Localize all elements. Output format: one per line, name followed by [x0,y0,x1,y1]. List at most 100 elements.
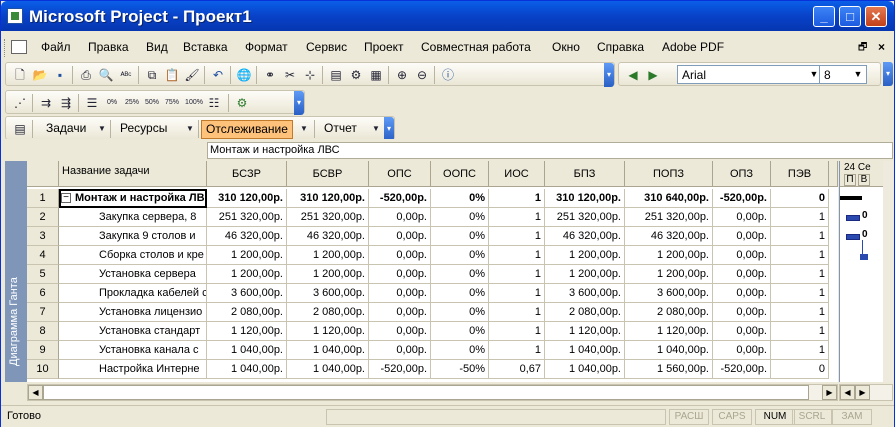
value-cell[interactable]: 0,00р. [369,284,431,303]
task-bar[interactable] [846,234,860,240]
percent-100-icon[interactable]: 100% [184,95,204,111]
value-cell[interactable]: 1 [771,303,829,322]
row-number[interactable]: 4 [27,246,59,265]
minimize-button[interactable]: _ [813,6,835,27]
value-cell[interactable]: 1 [771,265,829,284]
column-header[interactable]: ООПС [431,161,489,187]
value-cell[interactable]: 0,00р. [369,208,431,227]
value-cell[interactable]: 0% [431,284,489,303]
value-cell[interactable]: 1 [771,341,829,360]
format-painter-icon[interactable]: 🖌 [184,67,200,83]
row-number[interactable]: 9 [27,341,59,360]
value-cell[interactable]: 0,00р. [713,246,771,265]
collapse-icon[interactable]: − [61,193,71,204]
task-name-cell[interactable]: − Монтаж и настройка ЛВ [59,189,207,208]
entry-field[interactable]: Монтаж и настройка ЛВС [207,142,893,159]
menu-project[interactable]: Проект [364,40,404,54]
value-cell[interactable]: 1 [489,208,545,227]
gantt-chart[interactable]: 24 Се П В 0 0 [839,161,883,382]
value-cell[interactable]: 3 600,00р. [207,284,287,303]
value-cell[interactable]: 0% [431,265,489,284]
hyperlink-icon[interactable]: 🌐 [236,67,252,83]
task-name-cell[interactable]: Установка лицензио [59,303,207,322]
value-cell[interactable]: 1 040,00р. [207,360,287,379]
column-header[interactable]: Название задачи [59,161,207,187]
value-cell[interactable]: 0% [431,208,489,227]
value-cell[interactable]: 1 [771,322,829,341]
value-cell[interactable]: 310 640,00р. [625,189,713,208]
spelling-icon[interactable]: ᴬᴮᶜ [118,67,134,83]
menu-help[interactable]: Справка [597,40,644,54]
value-cell[interactable]: 0 [771,360,829,379]
value-cell[interactable]: 0,00р. [713,303,771,322]
value-cell[interactable]: 1 [489,303,545,322]
value-cell[interactable]: 1 040,00р. [545,360,625,379]
assign-resources-icon[interactable]: ⚙ [348,67,364,83]
table-horizontal-scrollbar[interactable]: ◀ ▶ [27,384,838,401]
value-cell[interactable]: 0,00р. [713,227,771,246]
task-name-cell[interactable]: Сборка столов и кре [59,246,207,265]
notes-icon[interactable]: ▦ [368,67,384,83]
value-cell[interactable]: 251 320,00р. [545,208,625,227]
value-cell[interactable]: 310 120,00р. [545,189,625,208]
value-cell[interactable]: 1 [489,284,545,303]
tasks-button[interactable]: Задачи [42,120,86,139]
value-cell[interactable]: 0,00р. [713,341,771,360]
maximize-button[interactable]: □ [839,6,861,27]
menu-adobe-pdf[interactable]: Adobe PDF [662,40,724,54]
value-cell[interactable]: -50% [431,360,489,379]
menu-grip[interactable] [4,39,7,57]
menu-insert[interactable]: Вставка [183,40,228,54]
gantt-horizontal-scrollbar[interactable]: ◀ ▶ [839,384,893,401]
value-cell[interactable]: 1 040,00р. [545,341,625,360]
scroll-right-icon[interactable]: ▶ [822,385,837,400]
task-bar[interactable] [860,254,868,260]
value-cell[interactable]: 1 [489,227,545,246]
value-cell[interactable]: 0% [431,246,489,265]
value-cell[interactable]: 1 [489,246,545,265]
menu-collaborate[interactable]: Совместная работа [421,40,531,54]
zoom-out-icon[interactable]: ⊖ [414,67,430,83]
row-number[interactable]: 3 [27,227,59,246]
value-cell[interactable]: 1 120,00р. [287,322,369,341]
value-cell[interactable]: 1 040,00р. [287,360,369,379]
reschedule-work-icon[interactable]: ⇶ [58,95,74,111]
menu-view[interactable]: Вид [146,40,168,54]
value-cell[interactable]: 251 320,00р. [287,208,369,227]
task-bar[interactable] [846,215,860,221]
value-cell[interactable]: 310 120,00р. [287,189,369,208]
value-cell[interactable]: 1 120,00р. [625,322,713,341]
report-button[interactable]: Отчет [320,120,357,139]
document-icon[interactable] [11,40,27,54]
column-header[interactable]: ОПЗ [713,161,771,187]
column-header[interactable]: БСЗР [207,161,287,187]
value-cell[interactable]: 0,67 [489,360,545,379]
row-number[interactable]: 6 [27,284,59,303]
chevron-down-icon[interactable]: ▼ [368,121,384,137]
task-name-cell[interactable]: Прокладка кабелей с [59,284,207,303]
value-cell[interactable]: 1 200,00р. [207,246,287,265]
value-cell[interactable]: 3 600,00р. [545,284,625,303]
task-name-cell[interactable]: Настройка Интерне [59,360,207,379]
undo-icon[interactable]: ↶ [210,67,226,83]
column-header[interactable]: ОПС [369,161,431,187]
print-icon[interactable]: ⎙ [78,67,94,83]
percent-0-icon[interactable]: 0% [104,95,120,111]
vertical-scrollbar[interactable] [883,161,893,382]
value-cell[interactable]: 0,00р. [713,208,771,227]
close-doc-icon[interactable]: × [878,40,885,54]
collaborate-icon[interactable]: ⚙ [234,95,250,111]
value-cell[interactable]: 1 200,00р. [545,265,625,284]
value-cell[interactable]: 1 200,00р. [545,246,625,265]
task-name-cell[interactable]: Закупка сервера, 8 [59,208,207,227]
value-cell[interactable]: 1 [489,341,545,360]
value-cell[interactable]: 1 [771,246,829,265]
percent-50-icon[interactable]: 50% [144,95,160,111]
open-icon[interactable]: 📂 [32,67,48,83]
print-preview-icon[interactable]: 🔍 [98,67,114,83]
value-cell[interactable]: 0,00р. [713,322,771,341]
select-all-corner[interactable] [27,161,59,187]
column-header[interactable]: ИОС [489,161,545,187]
add-progress-line-icon[interactable]: ☰ [84,95,100,111]
value-cell[interactable]: 1 200,00р. [625,265,713,284]
